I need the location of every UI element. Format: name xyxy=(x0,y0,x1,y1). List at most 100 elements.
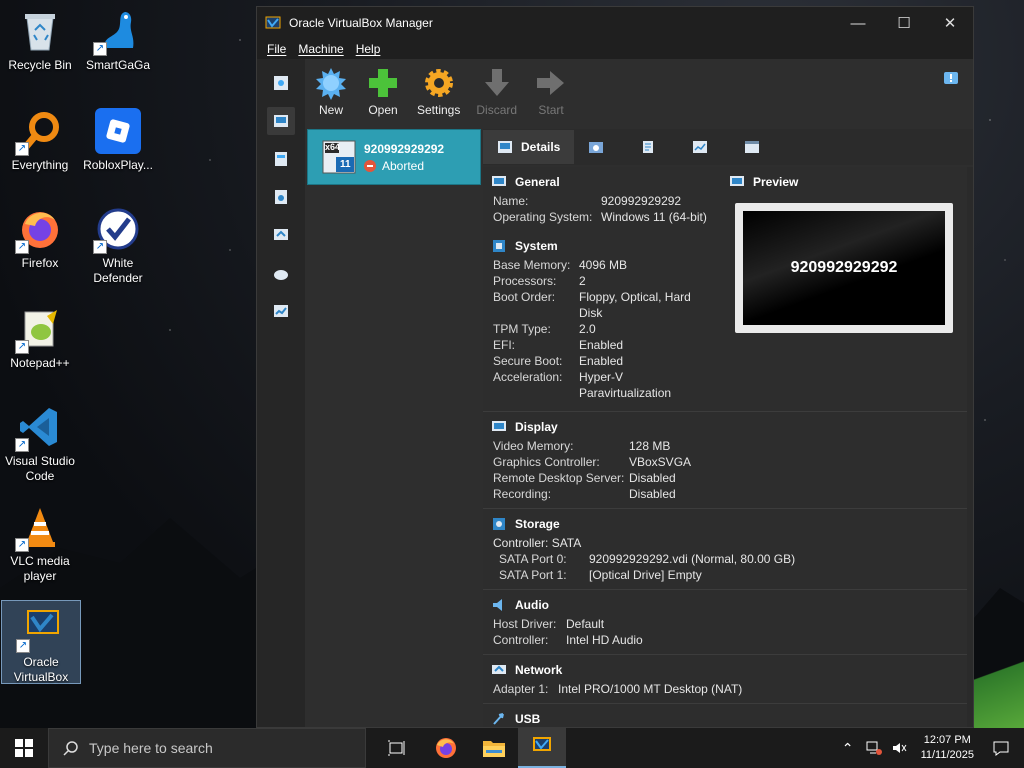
vm-list-item[interactable]: x64 11 920992929292 Aborted xyxy=(307,129,481,185)
system-tray: ⌃ 12:07 PM 11/11/2025 xyxy=(835,728,1024,768)
desktop-icon-label: RobloxPlay... xyxy=(83,158,153,172)
virtualbox-manager-window: Oracle VirtualBox Manager — ☐ ✕ File Mac… xyxy=(256,6,974,728)
tab-logs[interactable] xyxy=(626,130,678,164)
minimize-button[interactable]: — xyxy=(835,7,881,39)
machines-icon xyxy=(274,115,288,127)
shortcut-arrow-icon: ↗ xyxy=(15,240,29,254)
activities-tool-button[interactable] xyxy=(267,297,295,325)
network-title: Network xyxy=(515,663,563,677)
audio-key: Host Driver: xyxy=(493,617,557,631)
firefox-icon: ↗ xyxy=(15,206,63,254)
storage-section: Storage Controller: SATA SATA Port 0: 920… xyxy=(483,509,973,590)
os-badge-version: 11 xyxy=(340,159,351,170)
usb-section: USB xyxy=(483,704,973,727)
desktop-icon-label: VLC media player xyxy=(10,554,70,583)
display-title: Display xyxy=(515,420,558,434)
virtualbox-app-icon xyxy=(265,16,281,29)
network-icon xyxy=(274,229,288,240)
menu-machine[interactable]: Machine xyxy=(298,42,343,56)
start-menu-button[interactable] xyxy=(0,728,48,768)
open-button[interactable]: Open xyxy=(365,65,401,117)
details-icon xyxy=(498,141,512,153)
tab-activity[interactable] xyxy=(678,130,730,164)
network-section: Network Adapter 1: Intel PRO/1000 MT Desk… xyxy=(483,655,973,704)
tools-sidebar xyxy=(257,59,305,727)
new-button[interactable]: New xyxy=(313,65,349,117)
extensions-tool-button[interactable] xyxy=(267,145,295,173)
start-button-label: Start xyxy=(538,103,564,117)
close-button[interactable]: ✕ xyxy=(927,7,973,39)
new-button-label: New xyxy=(318,103,343,117)
system-value: 4096 MB xyxy=(579,258,628,272)
desktop-icon-white-defender[interactable]: ↗ White Defender xyxy=(78,206,158,286)
search-icon xyxy=(63,741,78,756)
task-view-button[interactable] xyxy=(374,728,422,768)
maximize-button[interactable]: ☐ xyxy=(881,7,927,39)
desktop-icon-firefox[interactable]: ↗ Firefox xyxy=(0,206,80,271)
recycle-bin-icon xyxy=(17,8,63,54)
settings-button[interactable]: Settings xyxy=(417,65,460,117)
machines-tool-button[interactable] xyxy=(267,107,295,135)
show-hidden-icons-chevron-up-icon[interactable]: ⌃ xyxy=(839,739,857,757)
menu-help[interactable]: Help xyxy=(356,42,381,56)
network-tray-icon[interactable] xyxy=(865,739,883,757)
preview-screen: 920992929292 xyxy=(743,211,945,325)
window-titlebar[interactable]: Oracle VirtualBox Manager — ☐ ✕ xyxy=(257,7,973,39)
firefox-icon xyxy=(436,738,456,758)
tab-file-manager[interactable] xyxy=(730,130,782,164)
discard-button[interactable]: Discard xyxy=(476,65,517,117)
desktop-icon-smartgaga[interactable]: ↗ SmartGaGa xyxy=(78,8,158,73)
desktop-icon-recycle-bin[interactable]: Recycle Bin xyxy=(0,8,80,73)
desktop-icon-roblox[interactable]: RobloxPlay... xyxy=(78,108,158,173)
tab-details[interactable]: Details xyxy=(483,130,575,164)
taskbar-virtualbox[interactable] xyxy=(518,728,566,768)
system-value: 2.0 xyxy=(579,322,596,336)
system-key: Processors: xyxy=(493,274,557,288)
welcome-icon xyxy=(274,76,288,90)
taskbar-file-explorer[interactable] xyxy=(470,728,518,768)
storage-controller: Controller: SATA xyxy=(493,536,582,550)
virtualbox-icon xyxy=(533,737,551,751)
start-button[interactable]: Start xyxy=(533,65,569,117)
general-value: Windows 11 (64-bit) xyxy=(601,210,707,224)
tab-snapshots[interactable] xyxy=(574,130,626,164)
network-key: Adapter 1: xyxy=(493,682,549,696)
media-tool-button[interactable] xyxy=(267,183,295,211)
desktop-icon-everything[interactable]: ↗ Everything xyxy=(0,108,80,173)
preview-title: Preview xyxy=(753,175,799,189)
taskbar-search-box[interactable]: Type here to search xyxy=(48,728,366,768)
snapshots-icon xyxy=(589,142,604,153)
menu-file[interactable]: File xyxy=(267,42,286,56)
taskbar-firefox[interactable] xyxy=(422,728,470,768)
activity-icon xyxy=(274,305,288,317)
help-icon[interactable] xyxy=(943,71,959,87)
usb-title: USB xyxy=(515,712,541,726)
new-machine-icon xyxy=(313,65,349,101)
open-button-label: Open xyxy=(368,103,398,117)
welcome-tool-button[interactable] xyxy=(267,69,295,97)
desktop-icon-label: Oracle VirtualBox xyxy=(13,655,69,684)
system-title: System xyxy=(515,239,558,253)
start-arrow-right-icon xyxy=(533,65,569,101)
network-tool-button[interactable] xyxy=(267,221,295,249)
file-manager-icon xyxy=(745,141,760,153)
desktop-icon-notepad-plus-plus[interactable]: ↗ Notepad++ xyxy=(0,306,80,371)
desktop-icon-virtualbox[interactable]: ↗ Oracle VirtualBox xyxy=(1,600,81,684)
display-section: Display Video Memory: 128 MB Graphics Con… xyxy=(483,412,973,509)
system-key: Secure Boot: xyxy=(493,354,563,368)
volume-muted-icon[interactable] xyxy=(891,739,909,757)
audio-value: Default xyxy=(566,617,605,631)
add-plus-icon xyxy=(365,65,401,101)
window-title: Oracle VirtualBox Manager xyxy=(289,16,433,30)
clock[interactable]: 12:07 PM 11/11/2025 xyxy=(921,733,974,763)
preview-section: Preview 920992929292 xyxy=(721,167,971,397)
system-chip-icon xyxy=(493,240,505,252)
shortcut-arrow-icon: ↗ xyxy=(93,240,107,254)
clock-time: 12:07 PM xyxy=(923,734,971,746)
system-key: Base Memory: xyxy=(493,258,571,272)
desktop-icon-vscode[interactable]: ↗ Visual Studio Code xyxy=(0,404,80,484)
desktop-icon-vlc[interactable]: ↗ VLC media player xyxy=(0,504,80,584)
cloud-tool-button[interactable] xyxy=(267,259,295,287)
discard-arrow-down-icon xyxy=(479,65,515,101)
notifications-icon[interactable] xyxy=(992,739,1010,757)
